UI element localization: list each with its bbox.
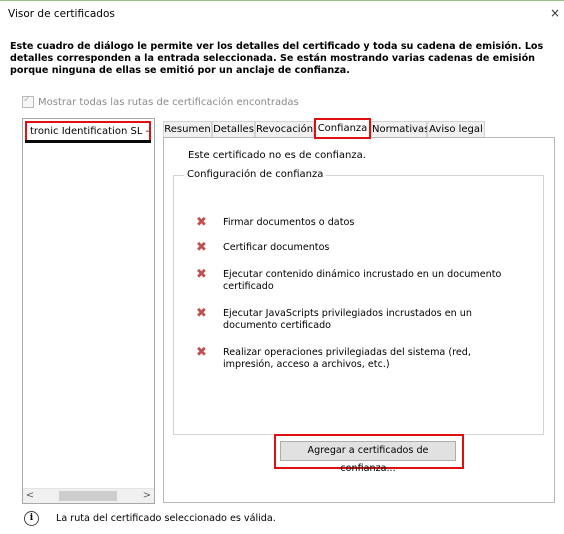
show-all-paths-checkbox[interactable]: Mostrar todas las rutas de certificación… [22,94,299,108]
tree-item-certificate[interactable]: tronic Identification SL - RA [25,121,151,142]
red-x-icon: ✖ [196,267,207,282]
horizontal-scrollbar[interactable]: < > [23,488,154,503]
red-x-icon: ✖ [196,215,207,230]
tab-detalles[interactable]: Detalles [212,121,255,138]
permission-text: Firmar documentos o datos [223,217,355,228]
footer-status: i La ruta del certificado seleccionado e… [24,511,276,526]
add-to-trusted-button[interactable]: Agregar a certificados de confianza... [280,441,456,474]
trust-tab-panel: Este certificado no es de confianza. Con… [163,137,555,503]
tab-normativas[interactable]: Normativas [371,121,429,138]
info-icon: i [24,511,39,526]
tab-revocacion[interactable]: Revocación [255,121,314,138]
close-icon[interactable]: × [548,6,562,20]
permission-text: Realizar operaciones privilegiadas del s… [223,347,471,370]
show-all-paths-label: Mostrar todas las rutas de certificación… [38,96,299,108]
certificate-viewer-window: Visor de certificados × Este cuadro de d… [0,0,564,534]
trust-status-text: Este certificado no es de confianza. [188,150,366,161]
red-x-icon: ✖ [196,345,207,360]
red-x-icon: ✖ [196,240,207,255]
tree-item-underline [25,140,151,143]
window-title: Visor de certificados [8,8,115,20]
tab-resumen[interactable]: Resumen [163,121,212,138]
trust-settings-label: Configuración de confianza [184,169,327,180]
footer-status-text: La ruta del certificado seleccionado es … [56,513,276,524]
intro-text: Este cuadro de diálogo le permite ver lo… [10,41,544,76]
certificate-tree[interactable]: tronic Identification SL - RA < > [22,118,155,504]
scroll-thumb[interactable] [59,491,117,501]
permission-text: Ejecutar JavaScripts privilegiados incru… [223,308,472,331]
checkbox-checked-icon[interactable] [22,94,34,108]
trust-settings-group: Configuración de confianza ✖ Firmar docu… [173,169,544,474]
permission-text: Ejecutar contenido dinámico incrustado e… [223,269,502,292]
tab-aviso-legal[interactable]: Aviso legal [427,121,485,138]
permission-text: Certificar documentos [223,242,330,253]
red-x-icon: ✖ [196,306,207,321]
scroll-left-icon[interactable]: < [23,489,37,503]
tab-confianza[interactable]: Confianza [314,118,371,139]
scroll-right-icon[interactable]: > [140,489,154,503]
